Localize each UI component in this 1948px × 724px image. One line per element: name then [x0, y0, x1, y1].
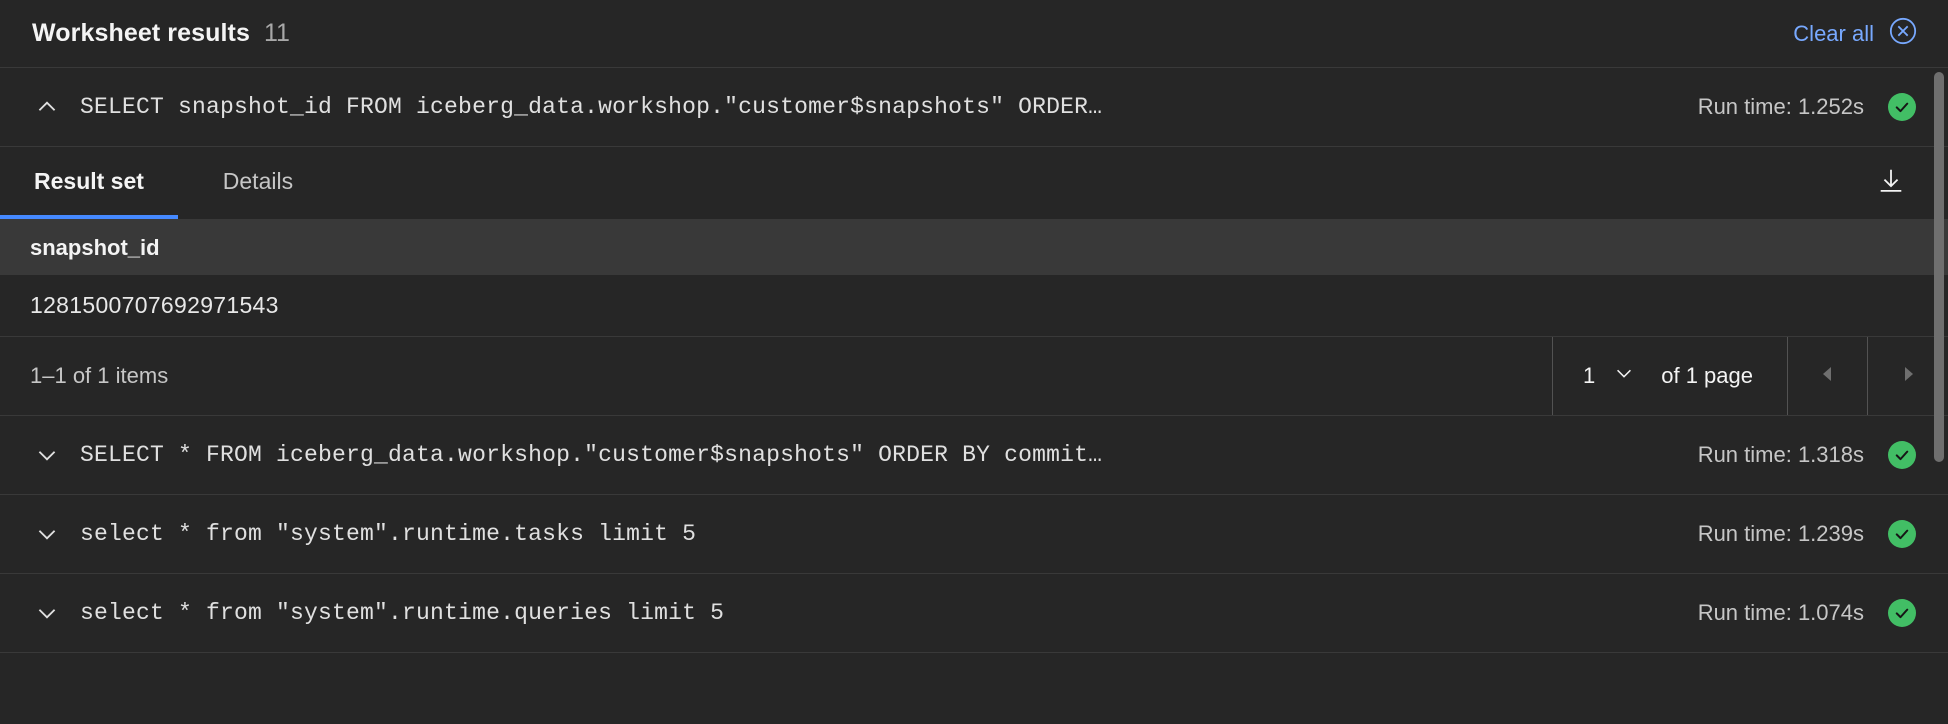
page-title: Worksheet results [32, 19, 250, 47]
chevron-up-icon[interactable] [30, 94, 64, 120]
checkmark-filled-icon [1888, 441, 1916, 469]
chevron-down-icon[interactable] [30, 600, 64, 626]
tab-result-set[interactable]: Result set [0, 147, 178, 219]
results-list: SELECT snapshot_id FROM iceberg_data.wor… [0, 68, 1948, 724]
result-run-time: Run time: 1.074s [1697, 600, 1864, 625]
pagination-bar: 1–1 of 1 items 1 of 1 page [0, 337, 1948, 416]
caret-left-icon [1818, 364, 1838, 389]
result-run-time: Run time: 1.252s [1697, 94, 1864, 119]
result-sql-text: SELECT * FROM iceberg_data.workshop."cus… [80, 442, 1103, 468]
result-meta: Run time: 1.239s [1698, 520, 1916, 548]
result-sql-text: SELECT snapshot_id FROM iceberg_data.wor… [80, 94, 1103, 120]
checkmark-filled-icon [1888, 599, 1916, 627]
result-table-header: snapshot_id [0, 220, 1948, 275]
table-cell: 1281500707692971543 [30, 292, 279, 318]
pagination-items-label: 1–1 of 1 items [0, 337, 1553, 415]
table-row: 1281500707692971543 [0, 275, 1948, 337]
tab-label: Result set [34, 167, 144, 194]
result-meta: Run time: 1.318s [1698, 441, 1916, 469]
result-row[interactable]: select * from "system".runtime.queries l… [0, 574, 1948, 653]
caret-right-icon [1898, 364, 1918, 389]
panel-header: Worksheet results 11 Clear all [0, 0, 1948, 68]
result-run-time: Run time: 1.239s [1697, 521, 1864, 546]
result-sql-text: select * from "system".runtime.tasks lim… [80, 521, 697, 547]
prev-page-button[interactable] [1788, 337, 1868, 415]
download-icon [1876, 166, 1906, 201]
checkmark-filled-icon [1888, 93, 1916, 121]
vertical-scrollbar[interactable] [1934, 72, 1944, 720]
tab-label: Details [222, 167, 294, 194]
result-meta: Run time: 1.074s [1698, 599, 1916, 627]
clear-all-label: Clear all [1793, 20, 1874, 46]
result-detail-tabs: Result set Details [0, 147, 1948, 220]
chevron-down-icon[interactable] [30, 442, 64, 468]
download-button[interactable] [1856, 147, 1926, 219]
result-run-time: Run time: 1.318s [1697, 442, 1864, 467]
chevron-down-icon[interactable] [30, 521, 64, 547]
pagination-total-label: of 1 page [1661, 337, 1788, 415]
clear-all-button[interactable]: Clear all [1793, 16, 1918, 52]
result-row[interactable]: select * from "system".runtime.tasks lim… [0, 495, 1948, 574]
checkmark-filled-icon [1888, 520, 1916, 548]
results-count: 11 [263, 19, 290, 47]
close-circle-icon [1888, 16, 1918, 52]
result-meta: Run time: 1.252s [1698, 93, 1916, 121]
page-select-value: 1 [1583, 363, 1596, 388]
result-sql-text: select * from "system".runtime.queries l… [80, 600, 725, 626]
column-header: snapshot_id [30, 234, 160, 260]
tab-details[interactable]: Details [177, 147, 338, 219]
scrollbar-thumb[interactable] [1934, 72, 1944, 462]
result-row[interactable]: SELECT * FROM iceberg_data.workshop."cus… [0, 416, 1948, 495]
worksheet-results-panel: Worksheet results 11 Clear all SELECT sn… [0, 0, 1948, 724]
result-row[interactable]: SELECT snapshot_id FROM iceberg_data.wor… [0, 68, 1948, 147]
chevron-down-icon [1613, 362, 1635, 390]
page-select[interactable]: 1 [1553, 337, 1661, 415]
